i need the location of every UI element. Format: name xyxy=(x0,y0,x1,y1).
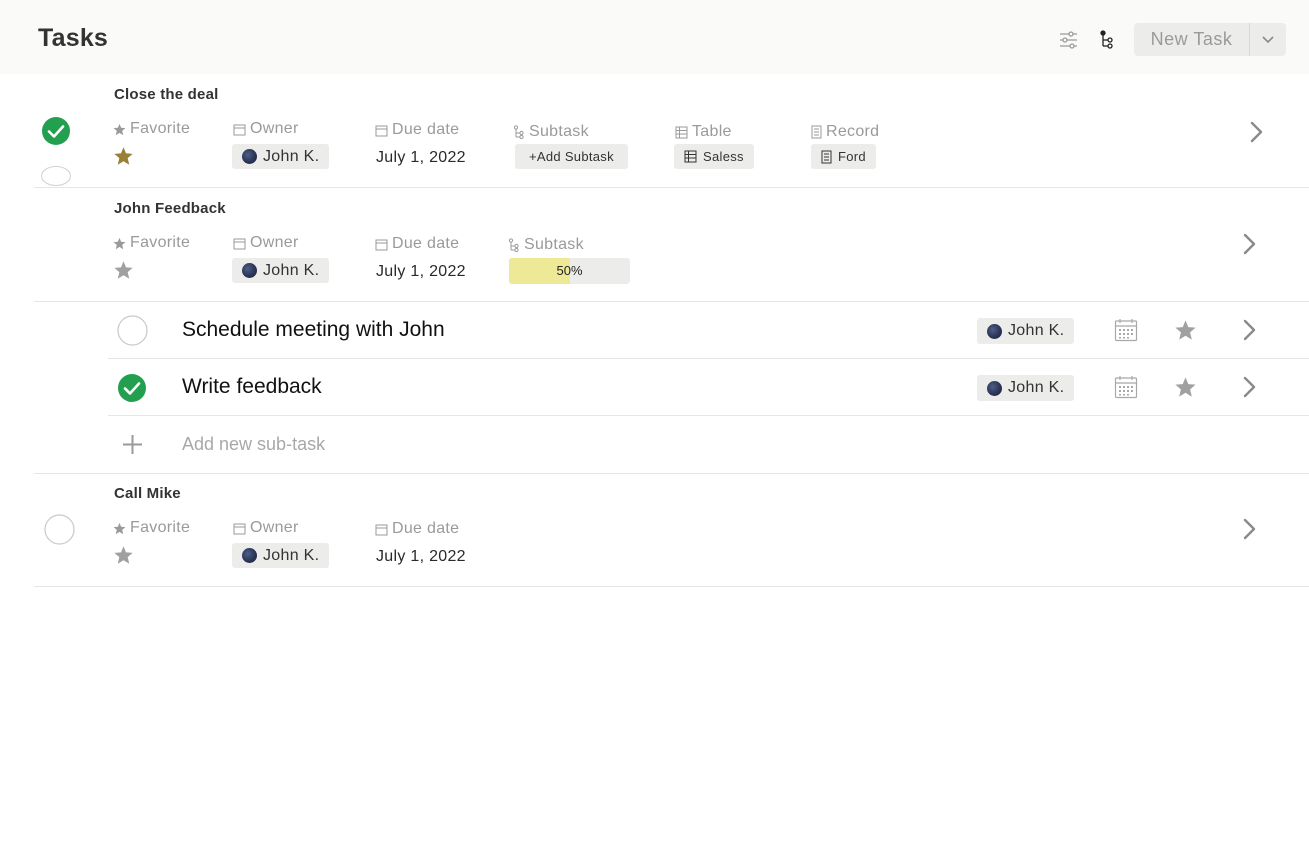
chevron-right-icon[interactable] xyxy=(1249,121,1265,143)
row-divider xyxy=(34,586,1309,587)
subtask-divider xyxy=(108,358,1309,359)
due-date-label: Due date xyxy=(375,520,459,538)
page-header: Tasks New Task xyxy=(0,0,1309,74)
subtask-label: Subtask xyxy=(513,123,589,141)
plus-icon[interactable] xyxy=(122,434,143,455)
due-date-value[interactable]: July 1, 2022 xyxy=(376,149,466,167)
page-title: Tasks xyxy=(38,24,109,52)
favorite-star-icon[interactable] xyxy=(113,146,134,166)
task-complete-checkbox[interactable] xyxy=(41,116,71,146)
subtask-title[interactable]: Write feedback xyxy=(182,375,322,399)
table-chip[interactable]: Saless xyxy=(674,144,754,169)
owner-label: Owner xyxy=(233,120,299,138)
calendar-icon[interactable] xyxy=(1114,375,1138,399)
favorite-star-icon[interactable] xyxy=(113,545,134,565)
owner-chip[interactable]: John K. xyxy=(232,543,330,568)
favorite-label: Favorite xyxy=(113,519,190,537)
task-title[interactable]: Call Mike xyxy=(114,485,181,502)
owner-label: Owner xyxy=(233,234,299,252)
chevron-right-icon[interactable] xyxy=(1242,319,1258,341)
owner-chip[interactable]: John K. xyxy=(232,258,330,283)
row-divider xyxy=(34,187,1309,188)
document-icon xyxy=(821,150,832,163)
document-icon xyxy=(811,125,822,139)
favorite-star-icon[interactable] xyxy=(1174,376,1197,398)
table-icon xyxy=(675,126,688,138)
calendar-icon[interactable] xyxy=(1114,318,1138,342)
task-title[interactable]: Close the deal xyxy=(114,86,219,103)
progress-text: 50% xyxy=(556,263,583,278)
calendar-icon xyxy=(375,524,388,535)
star-icon xyxy=(113,522,126,534)
subtask-title[interactable]: Schedule meeting with John xyxy=(182,318,445,342)
owner-chip[interactable]: John K. xyxy=(977,375,1075,401)
calendar-icon xyxy=(375,239,388,250)
calendar-icon xyxy=(233,124,246,135)
new-task-label[interactable]: New Task xyxy=(1134,23,1250,56)
add-subtask-input[interactable]: Add new sub-task xyxy=(182,434,325,455)
filter-sliders-icon[interactable] xyxy=(1059,31,1078,49)
add-subtask-button[interactable]: +Add Subtask xyxy=(515,144,628,169)
task-title[interactable]: John Feedback xyxy=(114,200,226,217)
due-date-label: Due date xyxy=(375,121,459,139)
subtask-progress-bar: 50% xyxy=(509,258,630,284)
calendar-icon xyxy=(375,125,388,136)
chevron-right-icon[interactable] xyxy=(1242,518,1258,540)
subtask-tree-icon xyxy=(513,124,524,139)
subtask-complete-checkbox[interactable] xyxy=(117,373,147,403)
owner-chip[interactable]: John K. xyxy=(232,144,330,169)
avatar xyxy=(242,548,257,563)
row-divider xyxy=(34,473,1309,474)
star-icon xyxy=(113,123,126,135)
calendar-icon xyxy=(233,238,246,249)
calendar-icon xyxy=(233,523,246,534)
subtask-tree-icon xyxy=(508,237,519,252)
task-toggle-handle[interactable] xyxy=(40,165,72,187)
row-divider xyxy=(34,301,1309,302)
subtask-checkbox[interactable] xyxy=(117,315,148,346)
subtask-tree-icon[interactable] xyxy=(1100,30,1114,50)
avatar xyxy=(987,323,1002,339)
table-icon xyxy=(684,150,697,163)
due-date-value[interactable]: July 1, 2022 xyxy=(376,548,466,566)
record-label: Record xyxy=(811,123,879,141)
chevron-right-icon[interactable] xyxy=(1242,376,1258,398)
record-chip[interactable]: Ford xyxy=(811,144,876,169)
task-checkbox[interactable] xyxy=(44,514,75,545)
favorite-star-icon[interactable] xyxy=(113,260,134,280)
avatar xyxy=(242,263,257,278)
favorite-label: Favorite xyxy=(113,120,190,138)
avatar xyxy=(242,149,257,164)
due-date-value[interactable]: July 1, 2022 xyxy=(376,263,466,281)
chevron-down-icon xyxy=(1262,36,1274,44)
table-label: Table xyxy=(675,123,732,141)
owner-chip[interactable]: John K. xyxy=(977,318,1075,344)
favorite-label: Favorite xyxy=(113,234,190,252)
new-task-dropdown[interactable] xyxy=(1250,23,1286,56)
subtask-label: Subtask xyxy=(508,236,584,254)
owner-label: Owner xyxy=(233,519,299,537)
subtask-divider xyxy=(108,415,1309,416)
favorite-star-icon[interactable] xyxy=(1174,319,1197,341)
chevron-right-icon[interactable] xyxy=(1242,233,1258,255)
avatar xyxy=(987,380,1002,396)
new-task-button[interactable]: New Task xyxy=(1134,23,1286,56)
star-icon xyxy=(113,237,126,249)
due-date-label: Due date xyxy=(375,235,459,253)
